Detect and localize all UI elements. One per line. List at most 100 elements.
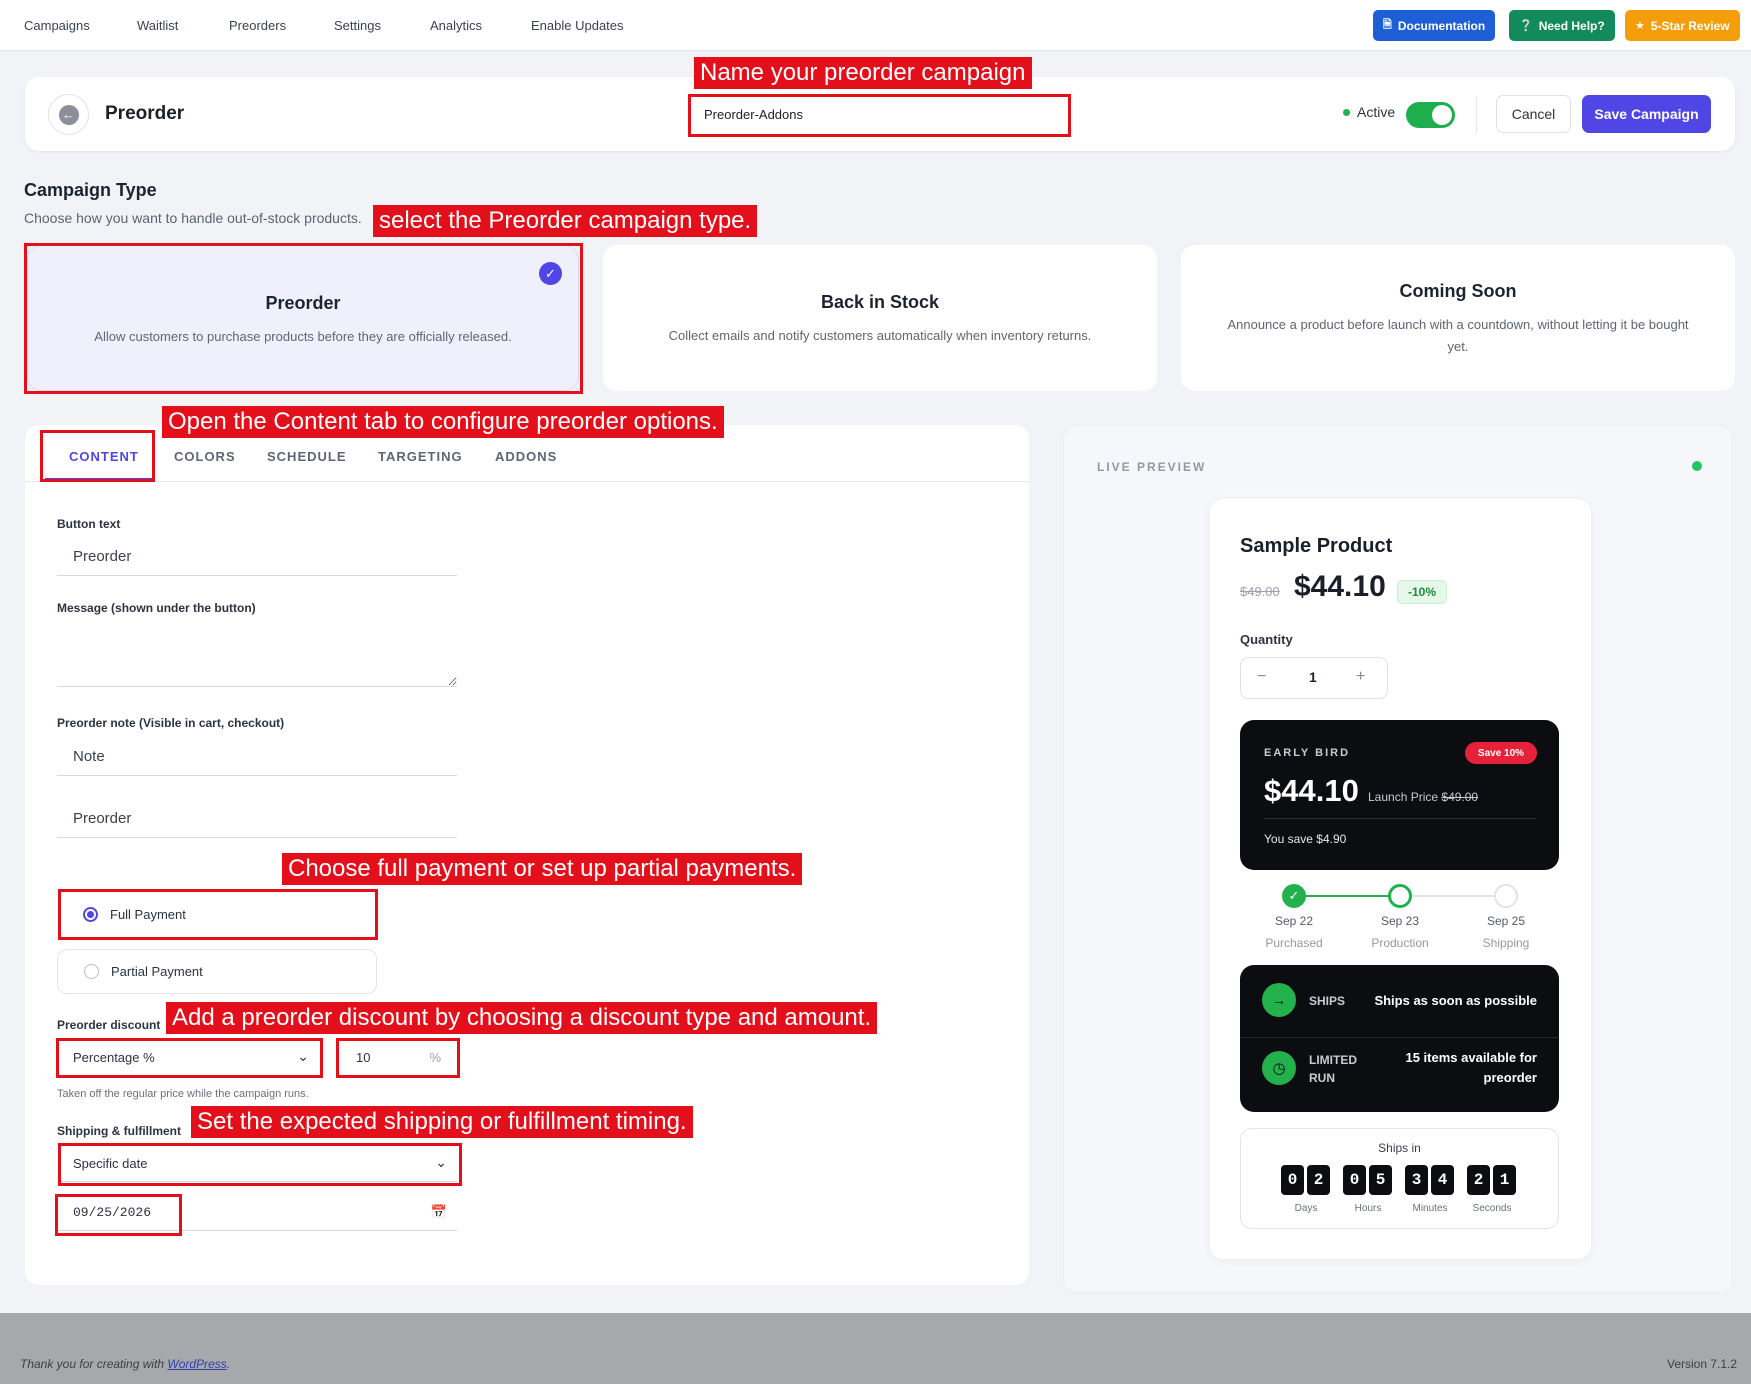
nav-waitlist[interactable]: Waitlist: [137, 18, 178, 33]
nav-enable-updates[interactable]: Enable Updates: [531, 18, 624, 33]
top-nav: Campaigns Waitlist Preorders Settings An…: [0, 0, 1751, 51]
annotation-callout: Set the expected shipping or fulfillment…: [191, 1106, 693, 1138]
countdown-digit: 0: [1281, 1165, 1304, 1195]
type-card-preorder[interactable]: Preorder Allow customers to purchase pro…: [27, 245, 579, 391]
timeline-future-node: [1494, 884, 1518, 908]
tab-addons[interactable]: ADDONS: [495, 449, 557, 464]
nav-campaigns[interactable]: Campaigns: [24, 18, 90, 33]
countdown-digit: 2: [1467, 1165, 1490, 1195]
discount-type-select[interactable]: Percentage % ⌄: [57, 1040, 319, 1076]
chevron-down-icon: ⌄: [297, 1048, 309, 1064]
annotation-callout: Add a preorder discount by choosing a di…: [166, 1002, 878, 1034]
nav-preorders[interactable]: Preorders: [229, 18, 286, 33]
partial-payment-option[interactable]: Partial Payment: [57, 949, 377, 994]
quantity-label: Quantity: [1240, 632, 1293, 647]
type-card-coming-soon[interactable]: Coming Soon Announce a product before la…: [1181, 245, 1735, 391]
timeline-stage: Production: [1371, 936, 1429, 950]
plus-icon[interactable]: +: [1356, 668, 1365, 686]
tab-content[interactable]: CONTENT: [69, 449, 139, 464]
status-dot: [1343, 108, 1350, 116]
preorder-note-extra-input[interactable]: [57, 800, 457, 838]
save-campaign-button[interactable]: Save Campaign: [1582, 95, 1711, 133]
annotation-callout: select the Preorder campaign type.: [373, 205, 758, 237]
campaign-name-input[interactable]: [694, 97, 1067, 131]
thanks-text: Thank you for creating with: [20, 1357, 165, 1371]
partial-payment-label: Partial Payment: [111, 964, 203, 979]
shipping-date-value: 09/25/2026: [73, 1205, 152, 1220]
discount-help: Taken off the regular price while the ca…: [57, 1088, 309, 1100]
full-payment-label: Full Payment: [110, 907, 186, 922]
tab-schedule[interactable]: SCHEDULE: [267, 449, 347, 464]
timeline-stage: Purchased: [1265, 936, 1323, 950]
active-tab-indicator: [45, 478, 155, 481]
type-card-description: Allow customers to purchase products bef…: [94, 329, 512, 344]
discount-label: Preorder discount: [57, 1018, 161, 1032]
footer: [0, 1313, 1751, 1384]
wordpress-link[interactable]: WordPress: [167, 1357, 226, 1371]
you-save-text: You save $4.90: [1264, 832, 1347, 846]
limited-run-label: LIMITED RUN: [1309, 1053, 1357, 1085]
message-label: Message (shown under the button): [57, 601, 256, 615]
star-icon: ★: [1635, 20, 1645, 32]
shipping-date-input[interactable]: 09/25/2026 📅: [57, 1195, 457, 1231]
type-card-description: Announce a product before launch with a …: [1227, 317, 1689, 354]
active-status: Active: [1343, 104, 1395, 120]
clock-icon: ◷: [1262, 1051, 1296, 1085]
countdown-digit: 1: [1493, 1165, 1516, 1195]
countdown-digit: 0: [1343, 1165, 1366, 1195]
chevron-down-icon: ⌄: [435, 1154, 447, 1170]
timeline-current-node: [1388, 884, 1412, 908]
ships-label: SHIPS: [1309, 994, 1346, 1008]
active-toggle[interactable]: [1406, 102, 1455, 128]
old-price: $49.00: [1240, 584, 1280, 599]
button-text-label: Button text: [57, 517, 121, 531]
timeline-date: Sep 23: [1380, 914, 1420, 928]
tab-colors[interactable]: COLORS: [174, 449, 236, 464]
active-label: Active: [1357, 104, 1396, 120]
discount-badge: -10%: [1397, 580, 1447, 604]
nav-analytics[interactable]: Analytics: [430, 18, 482, 33]
divider: [1476, 96, 1477, 134]
shipping-type-value: Specific date: [73, 1156, 148, 1171]
footer-thanks: Thank you for creating with WordPress.: [20, 1357, 230, 1371]
discount-amount-value: 10: [356, 1050, 371, 1065]
back-button[interactable]: ←: [48, 94, 89, 135]
type-card-back-in-stock[interactable]: Back in Stock Collect emails and notify …: [603, 245, 1157, 391]
quantity-value: 1: [1309, 669, 1317, 685]
countdown-unit: Minutes: [1412, 1203, 1448, 1214]
type-card-title: Back in Stock: [820, 292, 940, 312]
preorder-note-label: Preorder note (Visible in cart, checkout…: [57, 716, 285, 730]
timeline-progress: [1294, 895, 1399, 897]
early-bird-price: $44.10: [1264, 773, 1359, 808]
documentation-button[interactable]: 🗎 Documentation: [1373, 10, 1496, 41]
shipping-type-select[interactable]: Specific date ⌄: [57, 1146, 457, 1182]
timeline-stage: Shipping: [1482, 936, 1530, 950]
tab-targeting[interactable]: TARGETING: [378, 449, 463, 464]
cancel-button[interactable]: Cancel: [1496, 95, 1571, 133]
countdown-label: Ships in: [1378, 1141, 1421, 1155]
need-help-label: Need Help?: [1538, 18, 1605, 33]
button-text-input[interactable]: [57, 538, 457, 576]
discount-amount-input[interactable]: 10 %: [340, 1040, 455, 1076]
page-title: Preorder: [105, 103, 185, 124]
live-indicator-dot: [1692, 461, 1702, 471]
preorder-note-input[interactable]: [57, 738, 457, 776]
shipping-label: Shipping & fulfillment: [57, 1124, 181, 1138]
countdown-digit: 4: [1431, 1165, 1454, 1195]
message-textarea[interactable]: [57, 622, 457, 687]
launch-price: Launch Price $49.00: [1368, 790, 1478, 804]
minus-icon[interactable]: −: [1257, 668, 1266, 686]
early-bird-label: EARLY BIRD: [1264, 747, 1351, 759]
type-card-title: Preorder: [265, 293, 341, 313]
full-payment-option[interactable]: Full Payment: [57, 892, 377, 937]
check-icon: ✓: [1282, 884, 1306, 908]
review-label: 5-Star Review: [1650, 18, 1730, 33]
radio-selected: [83, 907, 98, 922]
nav-settings[interactable]: Settings: [334, 18, 381, 33]
review-button[interactable]: ★ 5-Star Review: [1625, 10, 1740, 41]
campaign-type-subtitle: Choose how you want to handle out-of-sto…: [24, 210, 362, 226]
need-help-button[interactable]: ❔ Need Help?: [1509, 10, 1615, 41]
type-card-description: Collect emails and notify customers auto…: [668, 328, 1092, 343]
calendar-icon[interactable]: 📅: [431, 1204, 447, 1220]
type-card-title: Coming Soon: [1399, 281, 1517, 301]
